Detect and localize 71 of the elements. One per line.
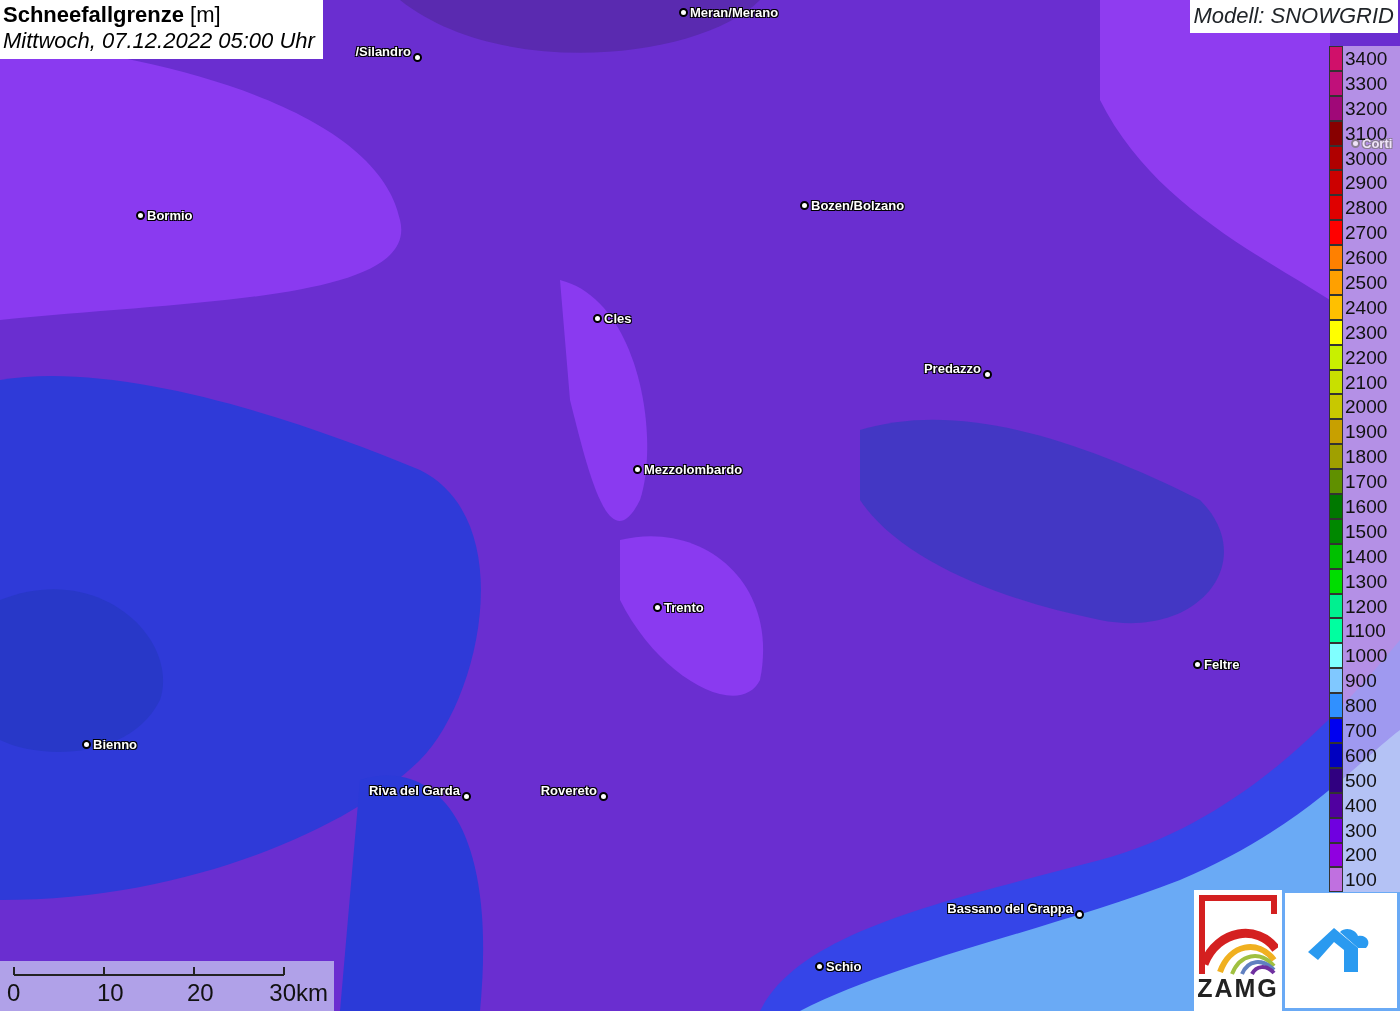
place-marker-icon xyxy=(1075,909,1084,919)
place-label: Trento xyxy=(664,599,704,617)
legend-label: 1300 xyxy=(1345,571,1388,591)
legend-label: 200 xyxy=(1345,845,1377,865)
place-marker-icon xyxy=(653,603,662,613)
scale-label: 20 xyxy=(187,981,214,1005)
place-label: Predazzo xyxy=(923,360,981,378)
logo-text: ZAMG xyxy=(1197,976,1279,1001)
legend-label: 1400 xyxy=(1345,546,1388,566)
legend-label: 1500 xyxy=(1345,521,1388,541)
legend-label: 2800 xyxy=(1345,198,1388,218)
scale-label: 30km xyxy=(269,981,328,1005)
legend-label: 900 xyxy=(1345,671,1377,691)
scale-label: 0 xyxy=(7,981,21,1005)
model-label: Modell: SNOWGRID xyxy=(1189,0,1398,33)
place-marker-icon xyxy=(593,314,602,324)
place-label: Bozen/Bolzano xyxy=(811,197,905,215)
legend-label: 2200 xyxy=(1345,347,1388,367)
legend-label: 1700 xyxy=(1345,472,1388,492)
legend-label: 3200 xyxy=(1345,98,1388,118)
place-marker-icon xyxy=(800,201,809,211)
place-label: Bassano del Grappa xyxy=(947,900,1073,918)
place-label: Schio xyxy=(826,958,862,976)
place-marker-icon xyxy=(413,52,422,62)
legend-label: 400 xyxy=(1345,795,1377,815)
scale-label: 10 xyxy=(97,981,124,1005)
place-label: Mezzolombardo xyxy=(644,461,743,479)
legend-label: 2400 xyxy=(1345,297,1388,317)
legend-label: 2300 xyxy=(1345,322,1388,342)
legend-label: 300 xyxy=(1345,820,1377,840)
legend-label: 100 xyxy=(1345,870,1377,890)
place-label: /Silandro xyxy=(355,43,411,61)
legend-label: 1100 xyxy=(1345,621,1386,641)
place-label: Riva del Garda xyxy=(368,782,460,800)
legend-label: 3400 xyxy=(1345,48,1388,68)
place-marker-icon xyxy=(1351,139,1360,149)
place-marker-icon xyxy=(136,211,145,221)
place-label: Meran/Merano xyxy=(690,4,779,22)
legend-label: 2500 xyxy=(1345,272,1388,292)
place-marker-icon xyxy=(815,962,824,972)
place-marker-icon xyxy=(633,465,642,475)
legend-label: 1000 xyxy=(1345,646,1388,666)
legend-label: 3000 xyxy=(1345,148,1388,168)
place-label: Feltre xyxy=(1204,656,1240,674)
legend-label: 600 xyxy=(1345,745,1377,765)
legend-label: 1800 xyxy=(1345,447,1388,467)
place-marker-icon xyxy=(983,369,992,379)
legend-label: 2900 xyxy=(1345,173,1388,193)
legend-label: 800 xyxy=(1345,696,1377,716)
place-marker-icon xyxy=(1193,660,1202,670)
forecast-time: Mittwoch, 07.12.2022 05:00 Uhr xyxy=(3,28,315,55)
place-marker-icon xyxy=(599,791,608,801)
legend-label: 2600 xyxy=(1345,248,1388,268)
legend-label: 1200 xyxy=(1345,596,1388,616)
place-label: Cles xyxy=(604,310,632,328)
legend-label: 1600 xyxy=(1345,496,1388,516)
rainbow-logo-icon xyxy=(1198,894,1278,976)
legend-label: 700 xyxy=(1345,721,1377,740)
legend-label: 500 xyxy=(1345,770,1377,790)
legend-label: 3300 xyxy=(1345,73,1388,93)
place-label: Rovereto xyxy=(540,782,597,800)
place-marker-icon xyxy=(82,740,91,750)
legend-label: 2000 xyxy=(1345,397,1388,417)
legend-label: 1900 xyxy=(1345,422,1388,442)
legend-label: 2100 xyxy=(1345,372,1388,392)
place-label: Bormio xyxy=(147,207,193,225)
place-marker-icon xyxy=(679,8,688,18)
map-title: Schneefallgrenze [m] xyxy=(3,2,222,29)
place-marker-icon xyxy=(462,791,471,801)
legend-label: 2700 xyxy=(1345,223,1388,243)
place-label: Bienno xyxy=(93,736,138,754)
